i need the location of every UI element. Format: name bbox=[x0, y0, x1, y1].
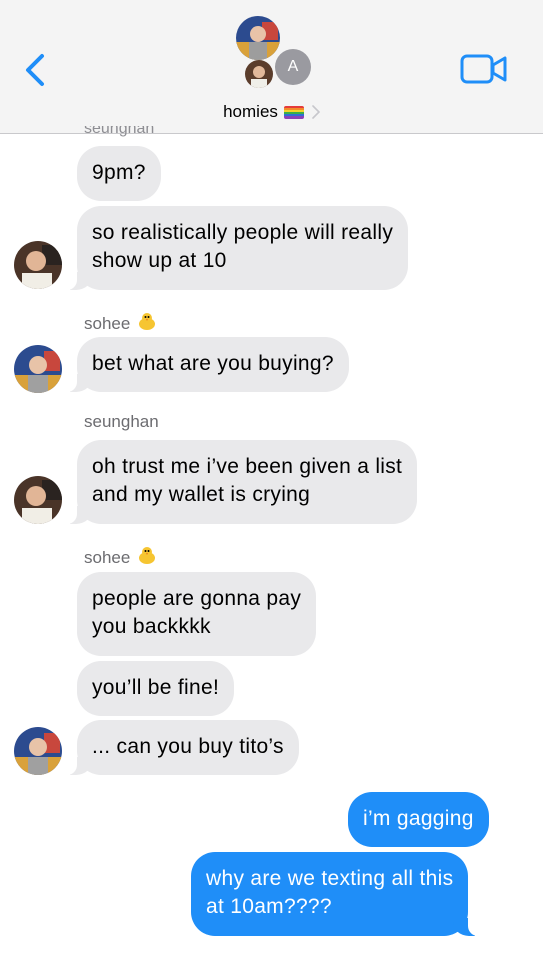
message-bubble[interactable]: oh trust me i’ve been given a list and m… bbox=[62, 440, 418, 524]
chick-emoji-icon bbox=[136, 544, 158, 571]
message-text: ... can you buy tito’s bbox=[92, 735, 284, 758]
video-camera-icon bbox=[460, 54, 507, 84]
group-name: homies bbox=[223, 102, 278, 121]
group-avatar-initial: A bbox=[275, 49, 311, 85]
message-bubble[interactable]: ... can you buy tito’s bbox=[63, 720, 299, 775]
avatar-seunghan[interactable] bbox=[14, 476, 62, 524]
message-text-line: you backkkk bbox=[92, 615, 211, 638]
avatar-seunghan[interactable] bbox=[14, 241, 62, 289]
rainbow-flag-icon bbox=[283, 105, 304, 119]
sender-name: sohee bbox=[84, 547, 131, 567]
message-bubble[interactable]: bet what are you buying? bbox=[63, 337, 349, 392]
group-avatar-stack[interactable]: A bbox=[232, 12, 322, 92]
sender-label: sohee bbox=[84, 544, 158, 571]
avatar-sohee[interactable] bbox=[14, 345, 62, 393]
sender-label: sohee bbox=[84, 310, 158, 337]
message-text: i’m gagging bbox=[363, 807, 474, 830]
message-text-line: so realistically people will really bbox=[92, 221, 394, 244]
message-text: 9pm? bbox=[92, 161, 146, 184]
chick-emoji-icon bbox=[136, 310, 158, 337]
sender-label: seunghan bbox=[84, 412, 159, 432]
message-text: bet what are you buying? bbox=[92, 352, 334, 375]
message-text-line: at 10am???? bbox=[206, 895, 332, 918]
message-bubble[interactable]: you’ll be fine! bbox=[77, 661, 235, 716]
chevron-left-icon bbox=[26, 54, 44, 86]
message-text-line: and my wallet is crying bbox=[92, 483, 311, 506]
message-bubble-outgoing[interactable]: i’m gagging bbox=[348, 792, 489, 847]
group-avatar-sohee bbox=[236, 16, 280, 60]
sender-name: seunghan bbox=[84, 412, 159, 431]
video-call-button[interactable] bbox=[460, 52, 508, 86]
message-text-line: why are we texting all this bbox=[206, 867, 454, 890]
message-text-line: show up at 10 bbox=[92, 249, 227, 272]
sender-name: sohee bbox=[84, 313, 131, 333]
group-name-row[interactable]: homies bbox=[0, 98, 543, 126]
message-bubble[interactable]: people are gonna pay you backkkk bbox=[77, 572, 317, 656]
back-button[interactable] bbox=[18, 50, 52, 90]
message-text: you’ll be fine! bbox=[92, 676, 220, 699]
message-bubble-outgoing[interactable]: why are we texting all this at 10am???? bbox=[191, 852, 483, 936]
message-bubble[interactable]: so realistically people will really show… bbox=[62, 206, 409, 290]
avatar-sohee[interactable] bbox=[14, 727, 62, 775]
group-avatar-seunghan bbox=[245, 60, 273, 88]
message-text-line: people are gonna pay bbox=[92, 587, 302, 610]
chevron-right-icon bbox=[312, 105, 320, 119]
message-bubble[interactable]: 9pm? bbox=[77, 146, 161, 201]
chat-header: A homies bbox=[0, 0, 543, 134]
message-text-line: oh trust me i’ve been given a list bbox=[92, 455, 403, 478]
